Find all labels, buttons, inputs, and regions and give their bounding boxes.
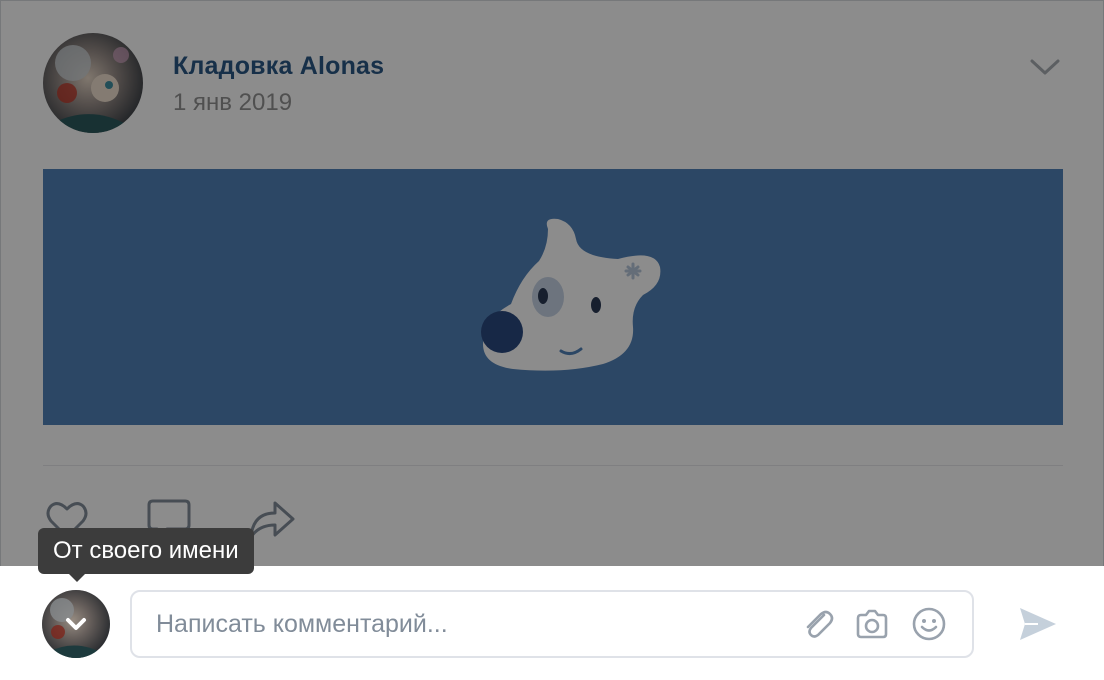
- tooltip-arrow: [68, 573, 86, 582]
- send-icon[interactable]: [1016, 602, 1060, 646]
- post-date[interactable]: 1 янв 2019: [173, 89, 292, 117]
- author-avatar[interactable]: [43, 33, 143, 133]
- comment-input[interactable]: [156, 592, 776, 656]
- paperclip-icon[interactable]: [800, 606, 836, 642]
- vk-dog-mascot-icon: [481, 218, 661, 371]
- divider: [43, 465, 1063, 466]
- smile-icon[interactable]: [911, 606, 947, 642]
- post-image[interactable]: [43, 169, 1063, 425]
- camera-icon[interactable]: [854, 606, 890, 642]
- share-icon[interactable]: [247, 495, 295, 543]
- author-selector[interactable]: [42, 590, 110, 658]
- chevron-down-icon[interactable]: [1029, 55, 1061, 79]
- tooltip-text: От своего имени: [53, 537, 239, 564]
- comment-composer: [0, 566, 1104, 680]
- tooltip: От своего имени: [38, 528, 254, 574]
- comment-box[interactable]: [130, 590, 974, 658]
- author-name[interactable]: Кладовка Alonas: [173, 52, 384, 81]
- chevron-down-icon[interactable]: [42, 590, 110, 658]
